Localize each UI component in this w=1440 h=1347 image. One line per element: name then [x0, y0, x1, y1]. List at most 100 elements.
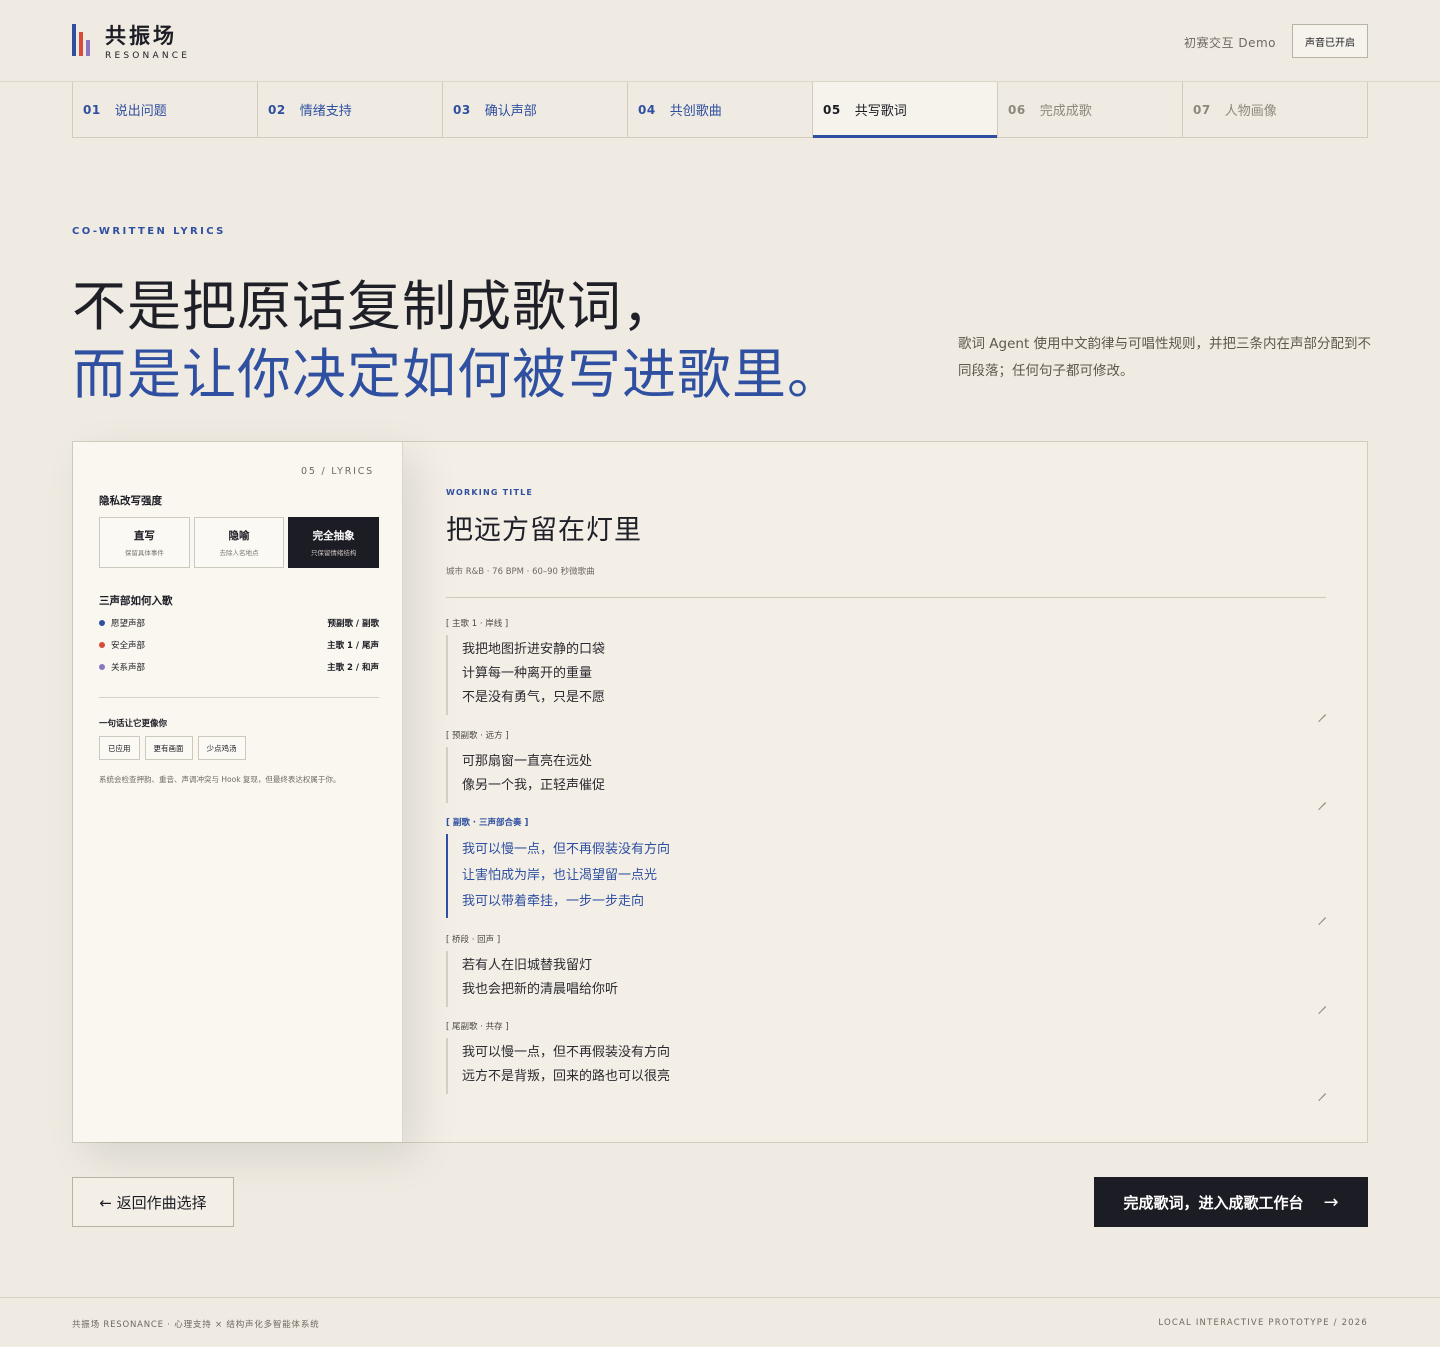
step-number: 05 [823, 102, 841, 117]
resize-handle-icon[interactable] [1318, 795, 1326, 803]
step-navigation: 01 说出问题 02 情绪支持 03 确认声部 04 共创歌曲 05 共写歌词 06 完成成… [72, 82, 1368, 138]
voice-name: 关系声部 [111, 663, 146, 673]
hero-headline-line2: 而是让你决定如何被写进歌里。 [72, 343, 842, 406]
lyric-line: 我可以带着牵挂，一步一步走向 [462, 894, 645, 909]
privacy-option-metaphor[interactable]: 隐喻 去除人名地点 [193, 517, 285, 568]
section-label: [ 尾副歌 · 共存 ] [446, 1022, 509, 1032]
step-tab-7[interactable]: 07 人物画像 [1183, 82, 1367, 137]
brand-subtitle: RESONANCE [105, 51, 191, 61]
top-header: 共振场 RESONANCE 初赛交互 Demo 声音已开启 [0, 0, 1440, 82]
section-label: [ 副歌 · 三声部合奏 ] [446, 818, 529, 828]
step-label: 共写歌词 [854, 104, 907, 119]
song-title[interactable]: 把远方留在灯里 [446, 508, 642, 547]
footer-right: LOCAL INTERACTIVE PROTOTYPE / 2026 [1158, 1318, 1368, 1328]
page-footer: 共振场 RESONANCE · 心理支持 × 结构声化多智能体系统 LOCAL … [0, 1297, 1440, 1347]
tweak-heading: 一句话让它更像你 [99, 719, 168, 729]
voices-heading: 三声部如何入歌 [99, 595, 173, 607]
panel-tag: 05 / LYRICS [300, 466, 374, 477]
privacy-option-abstract[interactable]: 完全抽象 只保留情绪结构 [288, 517, 380, 568]
lyric-line: 我可以慢一点，但不再假装没有方向 [462, 1045, 671, 1060]
lyric-textarea[interactable]: 我可以慢一点，但不再假装没有方向 让害怕成为岸，也让渴望留一点光 我可以带着牵挂… [446, 834, 1326, 918]
voice-row-safety: 安全声部 主歌 1 / 尾声 [99, 638, 379, 652]
voice-name: 愿望声部 [111, 619, 146, 629]
step-label: 共创歌曲 [669, 104, 722, 119]
step-number: 02 [268, 102, 286, 117]
lyric-line: 可那扇窗一直亮在远处 [462, 754, 593, 769]
sound-toggle-button[interactable]: 声音已开启 [1292, 24, 1368, 58]
song-meta: 城市 R&B · 76 BPM · 60–90 秒微歌曲 [446, 567, 595, 577]
panel-divider [99, 697, 379, 698]
lyric-line: 让害怕成为岸，也让渴望留一点光 [462, 868, 658, 883]
voice-name: 安全声部 [111, 641, 146, 651]
voice-dot-icon [99, 664, 105, 670]
lyric-line: 计算每一种离开的重量 [462, 666, 593, 681]
hero-description: 歌词 Agent 使用中文韵律与可唱性规则，并把三条内在声部分配到不同段落；任何… [958, 336, 1372, 379]
option-title: 完全抽象 [312, 530, 355, 542]
lyric-line: 若有人在旧城替我留灯 [462, 958, 593, 973]
step-tab-4[interactable]: 04 共创歌曲 [628, 82, 813, 137]
step-tab-5[interactable]: 05 共写歌词 [813, 82, 998, 138]
voice-dot-icon [99, 620, 105, 626]
privacy-options: 直写 保留具体事件 隐喻 去除人名地点 完全抽象 只保留情绪结构 [99, 517, 380, 568]
demo-label: 初赛交互 Demo [1184, 36, 1276, 50]
voice-placement: 预副歌 / 副歌 [327, 619, 379, 629]
lyrics-workspace: 05 / LYRICS 隐私改写强度 直写 保留具体事件 隐喻 去除人名地点 完… [72, 441, 1368, 1143]
option-title: 隐喻 [228, 530, 250, 542]
lyric-line: 像另一个我，正轻声催促 [462, 778, 606, 793]
lyric-textarea[interactable]: 我把地图折进安静的口袋 计算每一种离开的重量 不是没有勇气，只是不愿 [446, 635, 1326, 715]
resize-handle-icon[interactable] [1318, 999, 1326, 1007]
section-label: [ 桥段 · 回声 ] [446, 935, 501, 945]
chip-less-cliche[interactable]: 少点鸡汤 [197, 736, 246, 760]
voice-row-desire: 愿望声部 预副歌 / 副歌 [99, 616, 379, 630]
lyric-section-verse1: [ 主歌 1 · 岸线 ] 我把地图折进安静的口袋 计算每一种离开的重量 不是没… [446, 617, 1326, 715]
chip-applied[interactable]: 已应用 [99, 736, 140, 760]
next-button-label: 完成歌词，进入成歌工作台 [1123, 1193, 1304, 1212]
option-subtitle: 去除人名地点 [219, 549, 259, 557]
option-title: 直写 [133, 530, 155, 542]
chip-more-imagery[interactable]: 更有画面 [144, 736, 193, 760]
panel-note: 系统会检查押韵、重音、声调冲突与 Hook 复现，但最终表达权属于你。 [99, 775, 341, 784]
option-subtitle: 保留具体事件 [124, 549, 164, 557]
step-label: 确认声部 [484, 104, 537, 119]
voice-dot-icon [99, 642, 105, 648]
arrow-right-icon: → [1323, 1191, 1339, 1213]
resize-handle-icon[interactable] [1318, 1086, 1326, 1094]
lyric-section-bridge: [ 桥段 · 回声 ] 若有人在旧城替我留灯 我也会把新的清晨唱给你听 [446, 933, 1326, 1007]
step-number: 03 [453, 102, 471, 117]
voice-placement: 主歌 1 / 尾声 [327, 641, 379, 651]
step-label: 人物画像 [1224, 104, 1277, 119]
settings-panel: 05 / LYRICS 隐私改写强度 直写 保留具体事件 隐喻 去除人名地点 完… [73, 442, 403, 1142]
section-label: [ 主歌 1 · 岸线 ] [446, 619, 509, 629]
section-label: [ 预副歌 · 远方 ] [446, 731, 509, 741]
step-number: 06 [1008, 102, 1026, 117]
lyric-textarea[interactable]: 若有人在旧城替我留灯 我也会把新的清晨唱给你听 [446, 951, 1326, 1007]
lyric-line: 我也会把新的清晨唱给你听 [462, 982, 619, 997]
resize-handle-icon[interactable] [1318, 910, 1326, 918]
lyric-line: 我可以慢一点，但不再假装没有方向 [462, 842, 671, 857]
lyric-textarea[interactable]: 我可以慢一点，但不再假装没有方向 远方不是背叛，回来的路也可以很亮 [446, 1038, 1326, 1094]
step-label: 说出问题 [114, 104, 167, 119]
lyric-section-outro: [ 尾副歌 · 共存 ] 我可以慢一点，但不再假装没有方向 远方不是背叛，回来的… [446, 1020, 1326, 1094]
privacy-option-direct[interactable]: 直写 保留具体事件 [99, 517, 190, 568]
voice-placement: 主歌 2 / 和声 [327, 663, 379, 673]
privacy-heading: 隐私改写强度 [99, 495, 162, 507]
next-button[interactable]: 完成歌词，进入成歌工作台 → [1094, 1177, 1368, 1227]
step-tab-6[interactable]: 06 完成成歌 [998, 82, 1183, 137]
logo-bars-icon [72, 24, 96, 56]
step-tab-3[interactable]: 03 确认声部 [443, 82, 628, 137]
footer-left: 共振场 RESONANCE · 心理支持 × 结构声化多智能体系统 [72, 1320, 320, 1330]
lyric-section-chorus: [ 副歌 · 三声部合奏 ] 我可以慢一点，但不再假装没有方向 让害怕成为岸，也… [446, 816, 1326, 918]
lyric-line: 我把地图折进安静的口袋 [462, 642, 606, 657]
lyric-section-prechorus: [ 预副歌 · 远方 ] 可那扇窗一直亮在远处 像另一个我，正轻声催促 [446, 729, 1326, 803]
step-label: 完成成歌 [1039, 104, 1092, 119]
step-tab-1[interactable]: 01 说出问题 [73, 82, 258, 137]
voice-row-relation: 关系声部 主歌 2 / 和声 [99, 660, 379, 674]
back-button[interactable]: ← 返回作曲选择 [72, 1177, 234, 1227]
step-number: 07 [1193, 102, 1211, 117]
step-tab-2[interactable]: 02 情绪支持 [258, 82, 443, 137]
lyric-textarea[interactable]: 可那扇窗一直亮在远处 像另一个我，正轻声催促 [446, 747, 1326, 803]
resize-handle-icon[interactable] [1318, 707, 1326, 715]
step-label: 情绪支持 [299, 104, 352, 119]
working-title-label: WORKING TITLE [446, 488, 534, 497]
lyric-line: 远方不是背叛，回来的路也可以很亮 [462, 1069, 671, 1084]
